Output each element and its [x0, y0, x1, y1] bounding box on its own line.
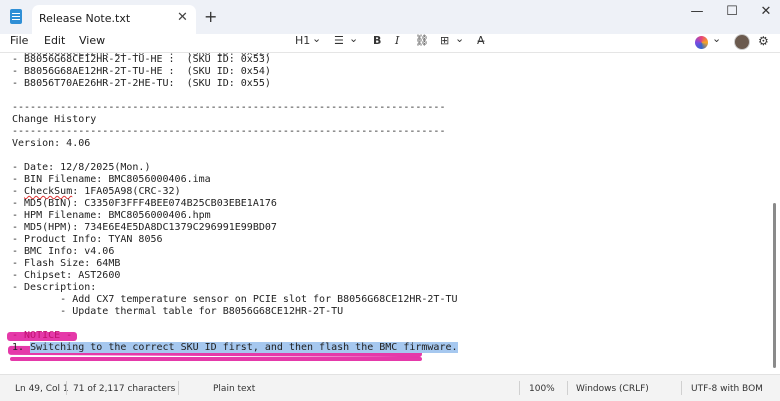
maximize-button[interactable]: ☐ — [722, 4, 742, 19]
heading-dropdown[interactable]: H1 — [295, 34, 310, 47]
close-tab-icon[interactable]: ✕ — [177, 10, 188, 25]
menu-bar: File Edit View H1 ⌄ ☰ ⌄ B I ⛓ ⊞ ⌄ A̶ ⌄ ⚙ — [0, 32, 780, 53]
format-indicator[interactable]: Plain text — [213, 384, 255, 394]
editor-line: - Flash Size: 64MB — [12, 258, 121, 269]
editor-line: - Chipset: AST2600 — [12, 270, 121, 281]
italic-button[interactable]: I — [395, 34, 399, 47]
table-icon[interactable]: ⊞ — [440, 34, 449, 47]
line-ending[interactable]: Windows (CRLF) — [576, 384, 649, 394]
editor-line: - B8056G68CE12HR-2T-TU-HE : (SKU ID: 0x5… — [12, 54, 271, 65]
status-bar: Ln 49, Col 1 71 of 2,117 characters Plai… — [0, 374, 780, 401]
divider — [567, 381, 568, 395]
tab-title: Release Note.txt — [39, 12, 131, 25]
editor-separator: ----------------------------------------… — [12, 102, 446, 113]
editor-line: Change History — [12, 114, 97, 125]
list-icon[interactable]: ☰ — [334, 34, 344, 47]
scrollbar-thumb[interactable] — [773, 203, 776, 368]
heading-chevron-icon[interactable]: ⌄ — [312, 32, 321, 45]
table-chevron-icon[interactable]: ⌄ — [455, 32, 464, 45]
close-window-button[interactable]: ✕ — [756, 4, 776, 19]
notice-heading: - NOTICE - — [12, 330, 73, 341]
editor-separator: ----------------------------------------… — [12, 126, 446, 137]
vertical-scrollbar[interactable] — [770, 53, 780, 374]
spellcheck-word[interactable]: CheckSum — [24, 186, 72, 197]
menu-file[interactable]: File — [10, 34, 28, 47]
tab-release-note[interactable]: Release Note.txt ✕ — [32, 5, 196, 34]
list-chevron-icon[interactable]: ⌄ — [349, 32, 358, 45]
cursor-position[interactable]: Ln 49, Col 1 — [15, 384, 69, 394]
selected-text[interactable]: Switching to the correct SKU ID first, a… — [30, 342, 458, 353]
avatar[interactable] — [734, 34, 750, 50]
title-bar: Release Note.txt ✕ + — ☐ ✕ — [0, 0, 780, 34]
notice-number: 1. — [12, 342, 31, 353]
text-editor[interactable]: - B8056G68CE12HR-2T-TU : (SKU ID: 0x52) … — [0, 53, 770, 374]
character-count: 71 of 2,117 characters — [73, 384, 176, 394]
editor-line: - Add CX7 temperature sensor on PCIE slo… — [12, 294, 458, 305]
checksum-prefix: - — [12, 186, 25, 197]
editor-line-checksum: - CheckSum: 1FA05A98(CRC-32) — [12, 186, 181, 198]
editor-line: - HPM Filename: BMC8056000406.hpm — [12, 210, 211, 221]
editor-line: - B8056T70AE26HR-2T-2HE-TU: (SKU ID: 0x5… — [12, 78, 271, 89]
link-icon[interactable]: ⛓ — [415, 34, 429, 47]
encoding[interactable]: UTF-8 with BOM — [691, 384, 763, 394]
notice-line: 1. Switching to the correct SKU ID first… — [12, 342, 458, 354]
menu-view[interactable]: View — [79, 34, 105, 47]
new-tab-button[interactable]: + — [204, 7, 217, 26]
divider — [66, 381, 67, 395]
minimize-button[interactable]: — — [687, 4, 707, 19]
editor-line: - BMC Info: v4.06 — [12, 246, 115, 257]
editor-line: - Description: — [12, 282, 97, 293]
zoom-level[interactable]: 100% — [529, 384, 555, 394]
bold-button[interactable]: B — [373, 34, 381, 47]
copilot-icon[interactable] — [695, 36, 708, 49]
divider — [178, 381, 179, 395]
clear-formatting-icon[interactable]: A̶ — [477, 34, 485, 47]
editor-line: - Date: 12/8/2025(Mon.) — [12, 162, 151, 173]
editor-line: - MD5(BIN): C3350F3FFF4BEE074B25CB03EBE1… — [12, 198, 277, 209]
copilot-chevron-icon[interactable]: ⌄ — [712, 32, 721, 45]
editor-line: - B8056G68AE12HR-2T-TU-HE : (SKU ID: 0x5… — [12, 66, 271, 77]
notepad-icon — [10, 9, 22, 24]
menu-edit[interactable]: Edit — [44, 34, 65, 47]
divider — [681, 381, 682, 395]
checksum-value: : 1FA05A98(CRC-32) — [72, 186, 181, 197]
editor-line: Version: 4.06 — [12, 138, 91, 149]
highlight-stroke — [10, 357, 422, 361]
editor-line: - BIN Filename: BMC8056000406.ima — [12, 174, 211, 185]
editor-line: - MD5(HPM): 734E6E4E5DA8DC1379C296991E99… — [12, 222, 277, 233]
editor-line: - Product Info: TYAN 8056 — [12, 234, 163, 245]
editor-line: - Update thermal table for B8056G68CE12H… — [12, 306, 344, 317]
divider — [519, 381, 520, 395]
settings-gear-icon[interactable]: ⚙ — [758, 34, 769, 48]
